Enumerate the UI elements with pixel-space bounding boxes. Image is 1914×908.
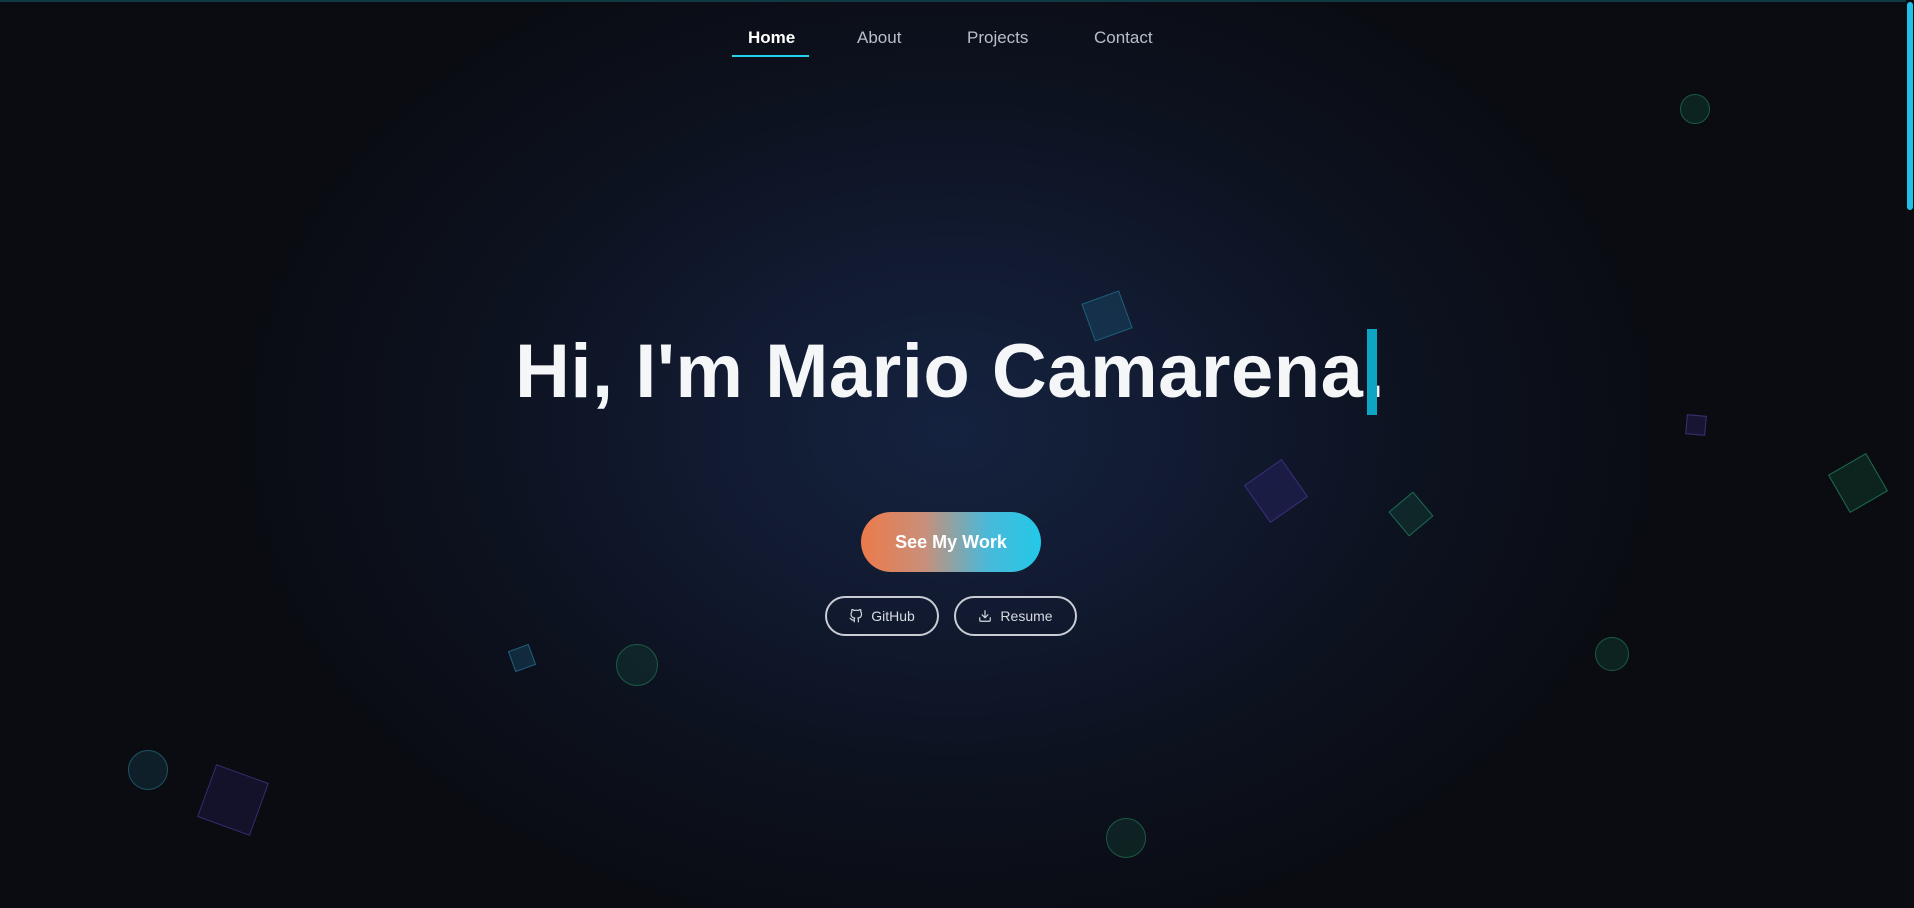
resume-button[interactable]: Resume — [954, 596, 1077, 636]
main-nav: Home About Projects Contact — [0, 22, 1914, 62]
github-label: GitHub — [871, 608, 915, 624]
decor-circle — [616, 644, 658, 686]
nav-item-home[interactable]: Home — [748, 28, 795, 48]
hero-headline: Hi, I'm Mario Camarena. — [515, 329, 1386, 414]
decor-square — [1243, 458, 1309, 524]
decor-circle — [128, 750, 168, 790]
decor-square — [1388, 491, 1434, 537]
decor-circle — [1680, 94, 1710, 124]
decor-square — [197, 764, 269, 836]
page: Home About Projects Contact Hi, I'm Mari… — [0, 0, 1914, 908]
decor-circle — [1106, 818, 1146, 858]
nav-item-contact[interactable]: Contact — [1094, 28, 1153, 48]
resume-label: Resume — [1000, 608, 1053, 624]
decor-circle — [1595, 637, 1629, 671]
scrollbar-thumb[interactable] — [1907, 2, 1913, 210]
nav-item-about[interactable]: About — [857, 28, 901, 48]
see-my-work-button[interactable]: See My Work — [861, 512, 1041, 572]
github-button[interactable]: GitHub — [825, 596, 939, 636]
download-icon — [978, 609, 992, 623]
github-icon — [849, 609, 863, 623]
typing-caret — [1367, 329, 1377, 415]
top-border — [0, 0, 1914, 2]
decor-square — [1827, 452, 1889, 514]
decor-square — [1685, 414, 1707, 436]
nav-item-projects[interactable]: Projects — [967, 28, 1028, 48]
nav-active-indicator — [732, 55, 809, 57]
decor-square — [507, 643, 537, 673]
